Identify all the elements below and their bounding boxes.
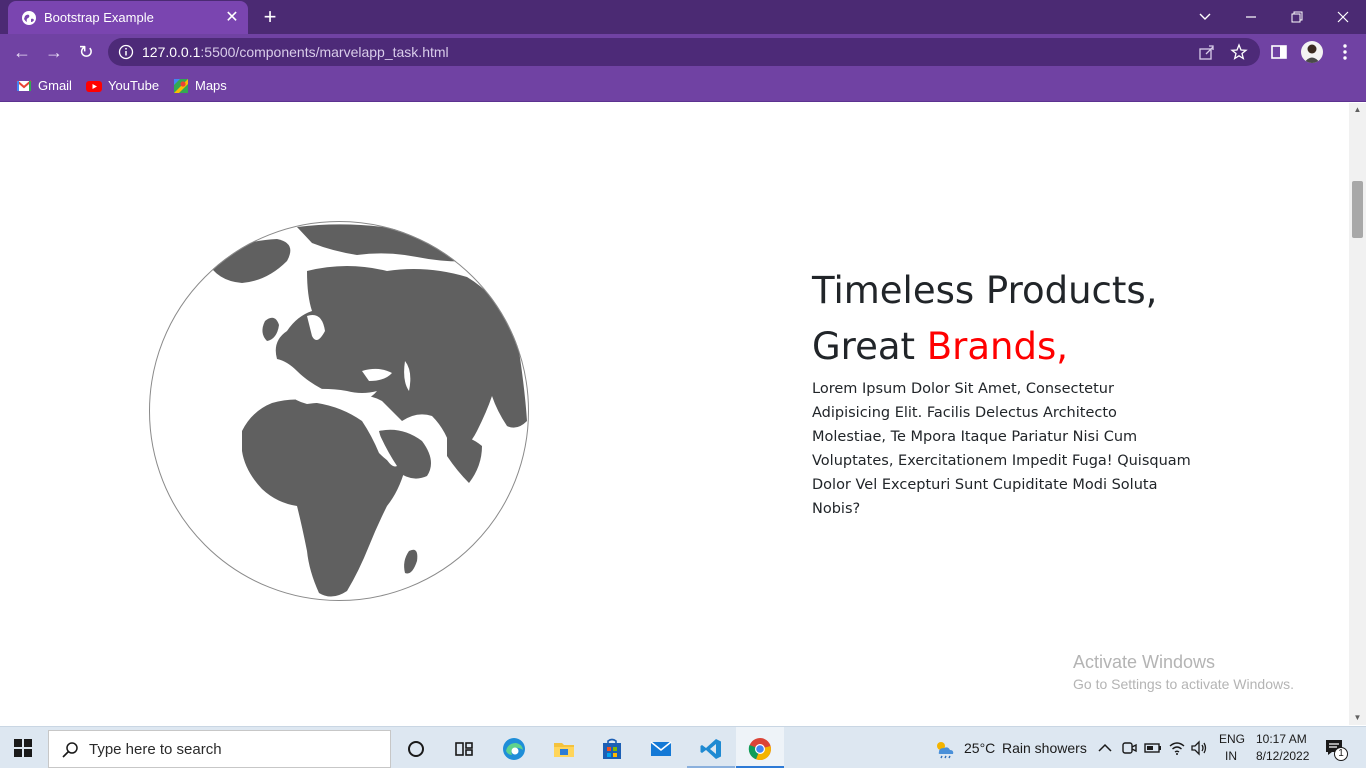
chrome-icon	[748, 738, 771, 761]
minimize-icon	[1246, 16, 1256, 18]
hero-heading: Timeless Products, Great Brands,	[812, 263, 1157, 375]
tab-close-icon[interactable]: ✕	[223, 9, 241, 27]
browser-menu-icon[interactable]	[1335, 42, 1355, 62]
edge-button[interactable]	[490, 727, 538, 768]
bookmarks-bar: Gmail YouTube Maps	[0, 70, 1366, 102]
chevron-up-icon[interactable]	[1096, 740, 1114, 756]
search-icon	[62, 742, 78, 758]
new-tab-button[interactable]: +	[258, 6, 282, 28]
side-panel-icon[interactable]	[1269, 42, 1289, 62]
file-explorer-icon	[554, 743, 574, 757]
url-text[interactable]: 127.0.0.1:5500/components/marvelapp_task…	[142, 44, 449, 60]
profile-avatar-icon	[1304, 44, 1320, 63]
edge-icon	[503, 738, 525, 760]
vscode-icon	[700, 739, 721, 759]
gmail-icon	[16, 80, 32, 91]
store-icon	[603, 738, 621, 759]
scroll-up-arrow-icon[interactable]: ▲	[1349, 103, 1366, 117]
mail-icon	[650, 741, 672, 756]
bookmark-gmail[interactable]: Gmail	[16, 77, 76, 95]
url-path: :5500/components/marvelapp_task.html	[200, 44, 449, 60]
scroll-thumb[interactable]	[1352, 181, 1363, 238]
youtube-icon	[86, 81, 102, 92]
task-view-button[interactable]	[440, 727, 488, 768]
volume-icon[interactable]	[1190, 740, 1208, 756]
windows-taskbar: Type here to search 25°C Rain showers EN…	[0, 726, 1366, 768]
browser-toolbar: ← → ↻ 127.0.0.1:5500/components/marvelap…	[0, 34, 1366, 70]
notification-center-button[interactable]: 1	[1322, 736, 1352, 762]
clock-time[interactable]: 10:17 AM	[1256, 732, 1307, 746]
store-button[interactable]	[588, 727, 636, 768]
heading-plain-text: Great	[812, 325, 927, 368]
weather-description[interactable]: Rain showers	[1002, 740, 1087, 756]
reload-button[interactable]: ↻	[74, 41, 98, 63]
address-bar[interactable]: 127.0.0.1:5500/components/marvelapp_task…	[108, 38, 1260, 66]
wifi-icon[interactable]	[1168, 740, 1186, 756]
activate-windows-watermark: Activate Windows Go to Settings to activ…	[1073, 651, 1294, 695]
profile-avatar[interactable]	[1301, 41, 1323, 63]
windows-start-icon[interactable]	[14, 739, 32, 757]
battery-icon[interactable]	[1144, 740, 1162, 756]
cortana-icon	[408, 741, 424, 757]
heading-accent-text: Brands,	[926, 325, 1069, 368]
notification-badge: 1	[1334, 747, 1348, 761]
taskbar-search-box[interactable]: Type here to search	[48, 730, 391, 768]
bookmark-label: YouTube	[108, 78, 160, 93]
weather-rain-icon[interactable]	[933, 739, 955, 759]
bookmark-star-icon[interactable]	[1230, 43, 1248, 61]
browser-titlebar: Bootstrap Example ✕ +	[0, 0, 1366, 34]
tab-search-button[interactable]	[1182, 0, 1228, 34]
language-line-1[interactable]: ENG	[1219, 732, 1245, 746]
scroll-down-arrow-icon[interactable]: ▼	[1349, 711, 1366, 725]
close-icon	[1337, 11, 1349, 23]
hero-paragraph: Lorem Ipsum Dolor Sit Amet, Consectetur …	[812, 381, 1191, 517]
language-line-2[interactable]: IN	[1225, 749, 1237, 763]
file-explorer-button[interactable]	[540, 727, 588, 768]
restore-button[interactable]	[1274, 0, 1320, 34]
heading-line-1: Timeless Products,	[812, 269, 1158, 312]
page-scrollbar[interactable]: ▲ ▼	[1349, 103, 1366, 725]
watermark-title: Activate Windows	[1073, 652, 1216, 672]
meet-now-icon[interactable]	[1120, 740, 1138, 756]
clock-date[interactable]: 8/12/2022	[1256, 749, 1309, 763]
search-placeholder: Type here to search	[89, 741, 222, 758]
url-host: 127.0.0.1	[142, 44, 201, 60]
back-button[interactable]: ←	[10, 41, 34, 63]
maps-icon	[174, 79, 188, 93]
browser-tab-active[interactable]: Bootstrap Example ✕	[8, 1, 248, 34]
weather-temperature[interactable]: 25°C	[964, 740, 995, 756]
tab-title: Bootstrap Example	[44, 10, 154, 25]
globe-illustration	[149, 221, 529, 601]
task-view-icon	[455, 742, 473, 756]
page-viewport: Timeless Products, Great Brands, Lorem I…	[0, 103, 1349, 725]
chrome-button[interactable]	[736, 727, 784, 768]
close-window-button[interactable]	[1320, 0, 1366, 34]
restore-icon	[1291, 11, 1303, 23]
share-icon[interactable]	[1198, 43, 1216, 61]
cortana-button[interactable]	[392, 727, 440, 768]
heading-line-2: Great Brands,	[812, 319, 1157, 375]
bookmark-label: Gmail	[38, 78, 72, 93]
vscode-button[interactable]	[687, 727, 735, 768]
minimize-button[interactable]	[1228, 0, 1274, 34]
globe-favicon-icon	[22, 11, 36, 25]
bookmark-youtube[interactable]: YouTube	[86, 77, 160, 95]
forward-button[interactable]: →	[42, 41, 66, 63]
bookmark-label: Maps	[195, 78, 227, 93]
watermark-subtitle: Go to Settings to activate Windows.	[1073, 676, 1294, 692]
site-info-icon[interactable]	[118, 44, 134, 60]
mail-button[interactable]	[637, 727, 685, 768]
chevron-down-icon	[1199, 13, 1211, 20]
bookmark-maps[interactable]: Maps	[173, 77, 229, 95]
